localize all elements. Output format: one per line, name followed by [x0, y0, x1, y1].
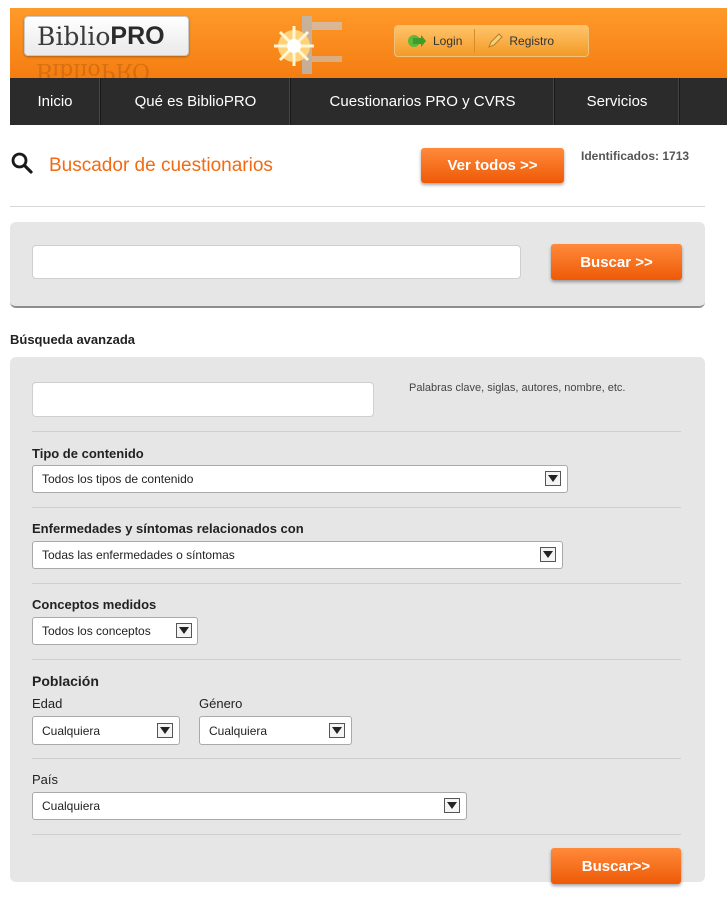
logo-text-pro: PRO [110, 21, 165, 50]
section-divider [32, 659, 681, 660]
search-button[interactable]: Buscar >> [551, 244, 682, 280]
chevron-down-icon [329, 722, 345, 738]
age-label: Edad [32, 696, 63, 711]
auth-box: Login Registro [394, 25, 589, 57]
keywords-input[interactable] [32, 382, 374, 417]
divider [10, 206, 705, 207]
advanced-search-button[interactable]: Buscar>> [551, 848, 681, 884]
content-type-select[interactable]: Todos los tipos de contenido [32, 465, 568, 493]
bibliopro-logo[interactable]: Biblio PRO [24, 16, 189, 56]
caliper-sun-graphic [274, 16, 342, 74]
keywords-hint: Palabras clave, siglas, autores, nombre,… [409, 382, 626, 394]
content-type-value: Todos los tipos de contenido [42, 472, 194, 486]
nav-item-que-es-bibliopro[interactable]: Qué es BiblioPRO [101, 78, 291, 125]
chevron-down-icon [540, 547, 556, 562]
register-label: Registro [509, 34, 555, 48]
identified-count: Identificados: 1713 [581, 149, 689, 163]
country-label: País [32, 772, 59, 787]
chevron-down-icon [157, 722, 173, 738]
country-select[interactable]: Cualquiera [32, 792, 467, 820]
login-arrow-icon [408, 35, 426, 47]
gender-value: Cualquiera [209, 723, 268, 738]
section-divider [32, 583, 681, 584]
section-divider [32, 758, 681, 759]
register-button[interactable]: Registro [475, 26, 566, 56]
identified-number: 1713 [662, 149, 690, 163]
pencil-icon [488, 33, 504, 48]
view-all-button[interactable]: Ver todos >> [421, 148, 564, 183]
country-value: Cualquiera [42, 799, 101, 813]
search-icon [11, 152, 33, 174]
section-divider [32, 834, 681, 835]
section-divider [32, 431, 681, 432]
content-type-label: Tipo de contenido [32, 446, 144, 461]
population-label: Población [32, 673, 99, 689]
concepts-value: Todos los conceptos [42, 624, 151, 638]
age-value: Cualquiera [42, 723, 101, 738]
diseases-value: Todas las enfermedades o síntomas [42, 548, 235, 562]
age-select[interactable]: Cualquiera [32, 716, 180, 745]
simple-search-panel: Buscar >> [10, 222, 705, 308]
page-title: Buscador de cuestionarios [49, 155, 273, 176]
site-header: Biblio PRO BiblioPRO Login Registro [10, 8, 727, 78]
nav-item-inicio[interactable]: Inicio [10, 78, 101, 125]
logo-text-biblio: Biblio [37, 21, 111, 51]
search-input[interactable] [32, 245, 521, 279]
logo-reflection: BiblioPRO [36, 58, 151, 78]
gender-label: Género [199, 696, 243, 711]
gender-select[interactable]: Cualquiera [199, 716, 352, 745]
chevron-down-icon [545, 471, 561, 486]
chevron-down-icon [176, 623, 192, 638]
concepts-label: Conceptos medidos [32, 597, 157, 612]
diseases-label: Enfermedades y síntomas relacionados con [32, 521, 304, 536]
nav-item-cuestionarios[interactable]: Cuestionarios PRO y CVRS [291, 78, 555, 125]
section-divider [32, 507, 681, 508]
advanced-search-title: Búsqueda avanzada [10, 332, 135, 347]
login-button[interactable]: Login [395, 26, 474, 56]
nav-item-servicios[interactable]: Servicios [555, 78, 680, 125]
identified-label: Identificados: [581, 149, 660, 163]
main-nav: Inicio Qué es BiblioPRO Cuestionarios PR… [10, 78, 727, 125]
login-label: Login [433, 34, 463, 48]
diseases-select[interactable]: Todas las enfermedades o síntomas [32, 541, 563, 569]
chevron-down-icon [444, 798, 460, 813]
concepts-select[interactable]: Todos los conceptos [32, 617, 198, 645]
